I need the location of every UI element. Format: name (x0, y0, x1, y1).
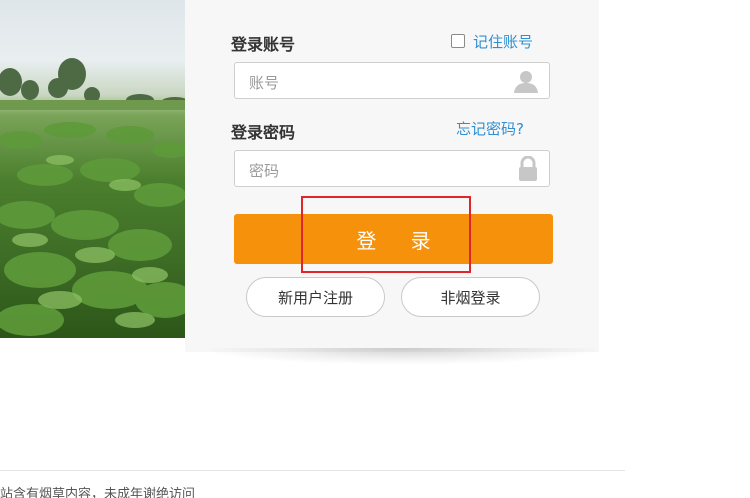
remember-account-checkbox[interactable] (451, 34, 465, 48)
account-label: 登录账号 (231, 35, 296, 54)
highlight-box (301, 196, 471, 273)
password-label: 登录密码 (231, 123, 296, 142)
account-input[interactable]: 账号 (234, 62, 550, 99)
lock-icon (517, 155, 539, 186)
password-placeholder: 密码 (249, 162, 280, 180)
forgot-password-link[interactable]: 忘记密码? (456, 118, 524, 139)
register-button[interactable]: 新用户注册 (246, 277, 385, 317)
account-placeholder: 账号 (249, 74, 280, 92)
card-shadow (210, 348, 595, 364)
age-restriction-notice: 站含有烟草内容，未成年谢绝访问 (0, 487, 196, 498)
non-tobacco-login-button[interactable]: 非烟登录 (401, 277, 540, 317)
password-input[interactable]: 密码 (234, 150, 550, 187)
footer-divider (0, 470, 625, 471)
user-icon (513, 69, 539, 97)
tobacco-field-photo (0, 0, 185, 338)
login-page: 登录账号 记住账号 账号 登录密码 忘记密码? 密码 登 录 新用户注册 非烟登… (0, 0, 750, 498)
remember-account-label[interactable]: 记住账号 (473, 31, 533, 52)
